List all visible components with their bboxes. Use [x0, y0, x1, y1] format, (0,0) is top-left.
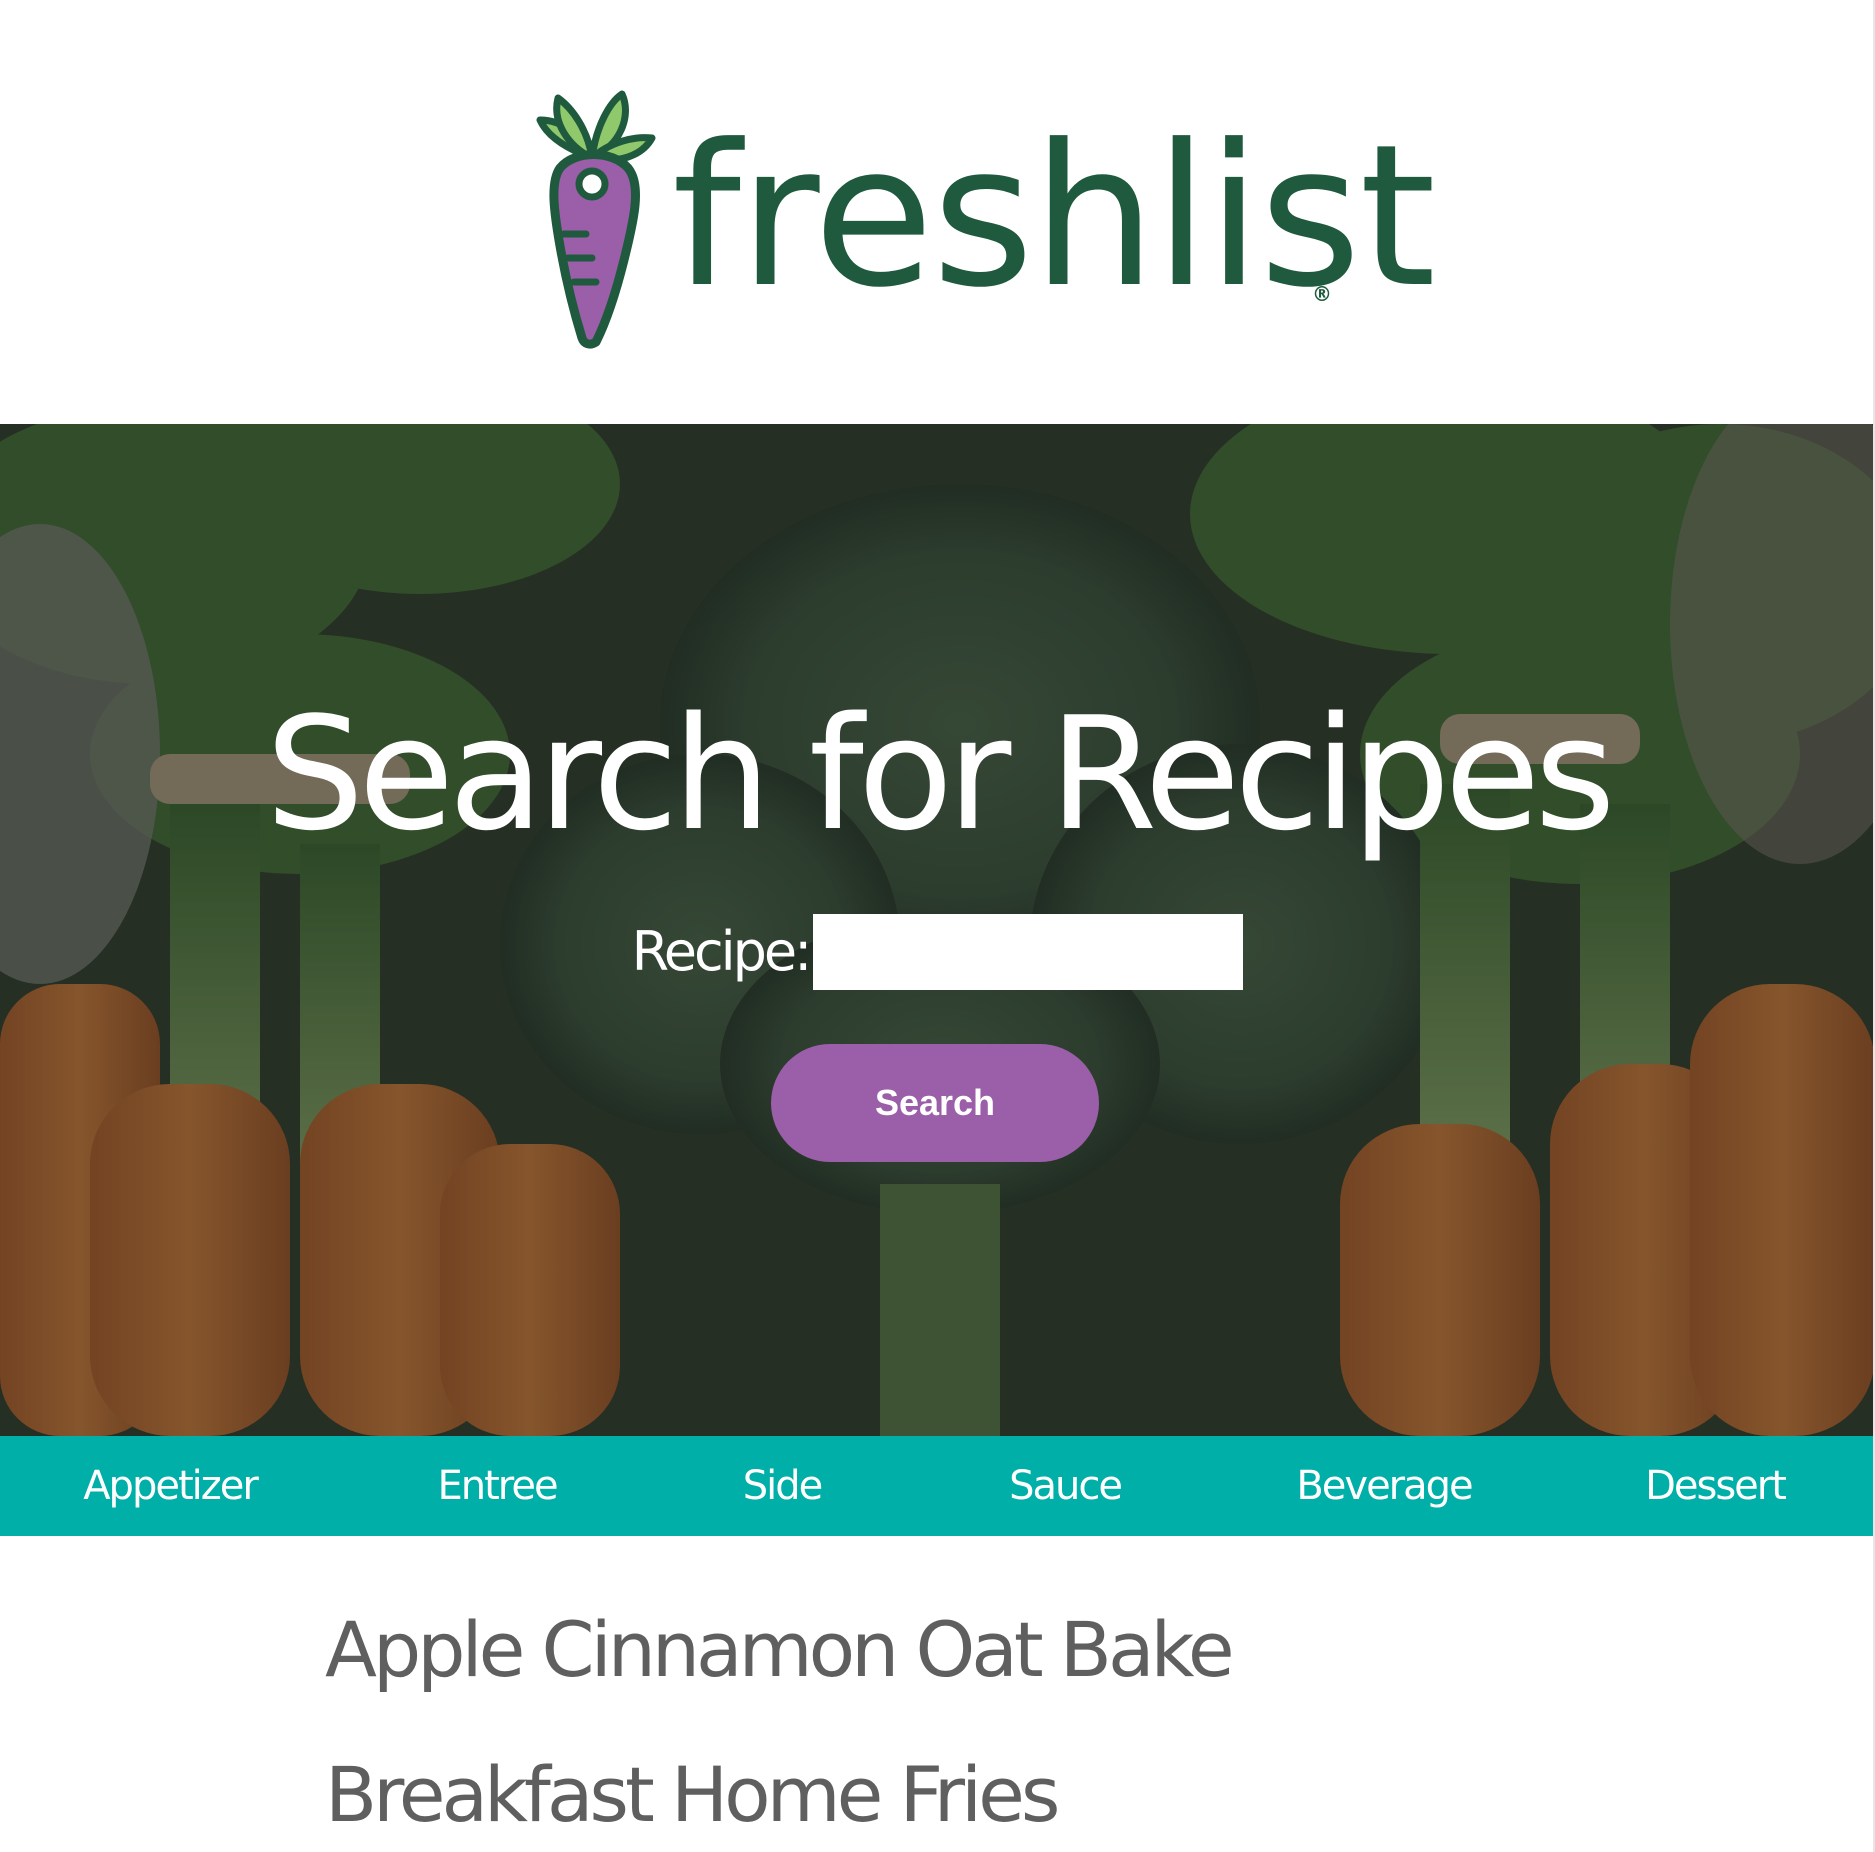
recipe-list: Apple Cinnamon Oat Bake Breakfast Home F…: [325, 1600, 1625, 1852]
search-button[interactable]: Search: [771, 1044, 1099, 1162]
recipe-search-form: Recipe:: [0, 914, 1875, 990]
category-appetizer[interactable]: Appetizer: [83, 1436, 259, 1536]
recipe-search-input[interactable]: [813, 914, 1244, 990]
category-dessert[interactable]: Dessert: [1645, 1436, 1787, 1536]
recipe-label: Recipe:: [631, 920, 813, 983]
hero-banner: Search for Recipes Recipe: Search: [0, 424, 1875, 1436]
recipe-link[interactable]: Apple Cinnamon Oat Bake: [325, 1600, 1625, 1745]
registered-mark: ®: [1312, 282, 1332, 306]
category-nav: Appetizer Entree Side Sauce Beverage Des…: [0, 1436, 1875, 1536]
category-side[interactable]: Side: [743, 1436, 824, 1536]
category-sauce[interactable]: Sauce: [1009, 1436, 1123, 1536]
category-entree[interactable]: Entree: [437, 1436, 558, 1536]
carrot-icon[interactable]: [530, 50, 660, 350]
category-beverage[interactable]: Beverage: [1296, 1436, 1473, 1536]
hero-title: Search for Recipes: [265, 683, 1615, 865]
site-header: freshlist ®: [0, 0, 1875, 424]
recipe-link[interactable]: Breakfast Home Fries: [325, 1745, 1625, 1852]
